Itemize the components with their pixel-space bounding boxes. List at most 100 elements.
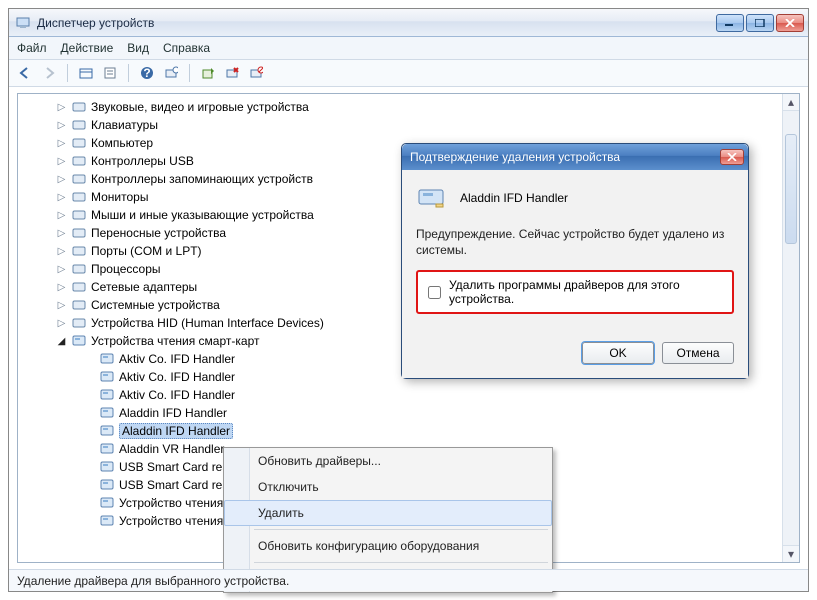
- device-category-label: Контроллеры USB: [91, 154, 194, 168]
- context-menu-separator: [254, 529, 548, 530]
- device-category-icon: [71, 189, 87, 205]
- expand-arrow-icon[interactable]: ▷: [56, 264, 67, 275]
- device-category-icon: [71, 333, 87, 349]
- device-category-label: Порты (COM и LPT): [91, 244, 202, 258]
- properties-icon[interactable]: [100, 63, 120, 83]
- expand-placeholder: [84, 372, 95, 383]
- dialog-ok-button[interactable]: OK: [582, 342, 654, 364]
- menu-view[interactable]: Вид: [127, 41, 149, 55]
- device-category-label: Процессоры: [91, 262, 161, 276]
- menu-action[interactable]: Действие: [61, 41, 114, 55]
- device-category-icon: [71, 117, 87, 133]
- device-category-label: Клавиатуры: [91, 118, 158, 132]
- menu-help[interactable]: Справка: [163, 41, 210, 55]
- smartcard-device-icon: [99, 405, 115, 421]
- expand-placeholder: [84, 480, 95, 491]
- expand-arrow-icon[interactable]: ▷: [56, 120, 67, 131]
- expand-placeholder: [84, 426, 95, 437]
- close-button[interactable]: [776, 14, 804, 32]
- menu-file[interactable]: Файл: [17, 41, 47, 55]
- expand-arrow-icon[interactable]: ▷: [56, 138, 67, 149]
- expand-placeholder: [84, 516, 95, 527]
- smartcard-device-label: Устройство чтения: [119, 514, 223, 528]
- ctx-delete[interactable]: Удалить: [224, 500, 552, 526]
- expand-arrow-icon[interactable]: ▷: [56, 102, 67, 113]
- menubar: Файл Действие Вид Справка: [9, 37, 808, 60]
- smartcard-device-label: USB Smart Card read: [119, 478, 236, 492]
- expand-placeholder: [84, 498, 95, 509]
- expand-arrow-icon[interactable]: ▷: [56, 318, 67, 329]
- svg-text:?: ?: [143, 66, 150, 80]
- device-category-icon: [71, 243, 87, 259]
- forward-button[interactable]: [39, 63, 59, 83]
- expand-arrow-icon[interactable]: ▷: [56, 174, 67, 185]
- smartcard-device-label: USB Smart Card read: [119, 460, 236, 474]
- device-category-icon: [71, 297, 87, 313]
- expand-arrow-icon[interactable]: ▷: [56, 228, 67, 239]
- dialog-device-name: Aladdin IFD Handler: [460, 191, 568, 205]
- expand-arrow-icon[interactable]: ▷: [56, 192, 67, 203]
- toolbar-separator: [189, 64, 190, 82]
- help-icon[interactable]: ?: [137, 63, 157, 83]
- dialog-cancel-button[interactable]: Отмена: [662, 342, 734, 364]
- device-category[interactable]: ▷ Клавиатуры: [26, 116, 797, 134]
- smartcard-device-label: Aktiv Co. IFD Handler: [119, 352, 235, 366]
- smartcard-device-icon: [99, 513, 115, 529]
- smartcard-device-icon: [99, 369, 115, 385]
- smartcard-device-label: Устройство чтения: [119, 496, 223, 510]
- update-driver-icon[interactable]: [198, 63, 218, 83]
- expand-arrow-icon[interactable]: ▷: [56, 300, 67, 311]
- expand-arrow-icon[interactable]: ▷: [56, 156, 67, 167]
- device-category-label: Звуковые, видео и игровые устройства: [91, 100, 309, 114]
- smartcard-device[interactable]: Aladdin IFD Handler: [26, 422, 797, 440]
- device-category-icon: [71, 153, 87, 169]
- dialog-title: Подтверждение удаления устройства: [410, 150, 620, 164]
- context-menu-separator: [254, 562, 548, 563]
- smartcard-device-label: Aktiv Co. IFD Handler: [119, 370, 235, 384]
- back-button[interactable]: [15, 63, 35, 83]
- collapse-arrow-icon[interactable]: ◢: [56, 336, 67, 347]
- uninstall-icon[interactable]: [222, 63, 242, 83]
- device-category-label: Мыши и иные указывающие устройства: [91, 208, 314, 222]
- show-hidden-icon[interactable]: [76, 63, 96, 83]
- device-category-label: Системные устройства: [91, 298, 220, 312]
- toolbar-separator: [67, 64, 68, 82]
- smartcard-device-icon: [99, 387, 115, 403]
- statusbar: Удаление драйвера для выбранного устройс…: [9, 569, 808, 591]
- ctx-update-drivers[interactable]: Обновить драйверы...: [224, 448, 552, 474]
- device-category-label: Мониторы: [91, 190, 148, 204]
- window-titlebar: Диспетчер устройств: [9, 9, 808, 37]
- toolbar: ?: [9, 60, 808, 87]
- delete-driver-software-checkbox[interactable]: [428, 286, 441, 299]
- scroll-down-arrow-icon[interactable]: ▾: [783, 545, 799, 562]
- scrollbar-thumb[interactable]: [785, 134, 797, 244]
- app-icon: [15, 15, 31, 31]
- disable-icon[interactable]: [246, 63, 266, 83]
- expand-placeholder: [84, 444, 95, 455]
- device-category[interactable]: ▷ Звуковые, видео и игровые устройства: [26, 98, 797, 116]
- device-category-label: Компьютер: [91, 136, 153, 150]
- smartcard-device[interactable]: Aladdin IFD Handler: [26, 404, 797, 422]
- smartcard-device-label: Aladdin VR Handler: [119, 442, 224, 456]
- expand-placeholder: [84, 390, 95, 401]
- device-category-label: Сетевые адаптеры: [91, 280, 197, 294]
- expand-placeholder: [84, 408, 95, 419]
- minimize-button[interactable]: [716, 14, 744, 32]
- expand-arrow-icon[interactable]: ▷: [56, 282, 67, 293]
- device-icon: [416, 182, 448, 214]
- smartcard-device[interactable]: Aktiv Co. IFD Handler: [26, 386, 797, 404]
- vertical-scrollbar[interactable]: ▴ ▾: [782, 94, 799, 562]
- ctx-refresh-hardware[interactable]: Обновить конфигурацию оборудования: [224, 533, 552, 559]
- expand-arrow-icon[interactable]: ▷: [56, 246, 67, 257]
- scroll-up-arrow-icon[interactable]: ▴: [783, 94, 799, 111]
- statusbar-text: Удаление драйвера для выбранного устройс…: [17, 574, 289, 588]
- expand-arrow-icon[interactable]: ▷: [56, 210, 67, 221]
- maximize-button[interactable]: [746, 14, 774, 32]
- dialog-warning-text: Предупреждение. Сейчас устройство будет …: [416, 226, 734, 258]
- scan-hardware-icon[interactable]: [161, 63, 181, 83]
- ctx-disable[interactable]: Отключить: [224, 474, 552, 500]
- delete-driver-software-checkbox-row[interactable]: Удалить программы драйверов для этого ус…: [416, 270, 734, 314]
- dialog-close-button[interactable]: [720, 149, 744, 165]
- smartcard-device-icon: [99, 441, 115, 457]
- smartcard-device-label: Aktiv Co. IFD Handler: [119, 388, 235, 402]
